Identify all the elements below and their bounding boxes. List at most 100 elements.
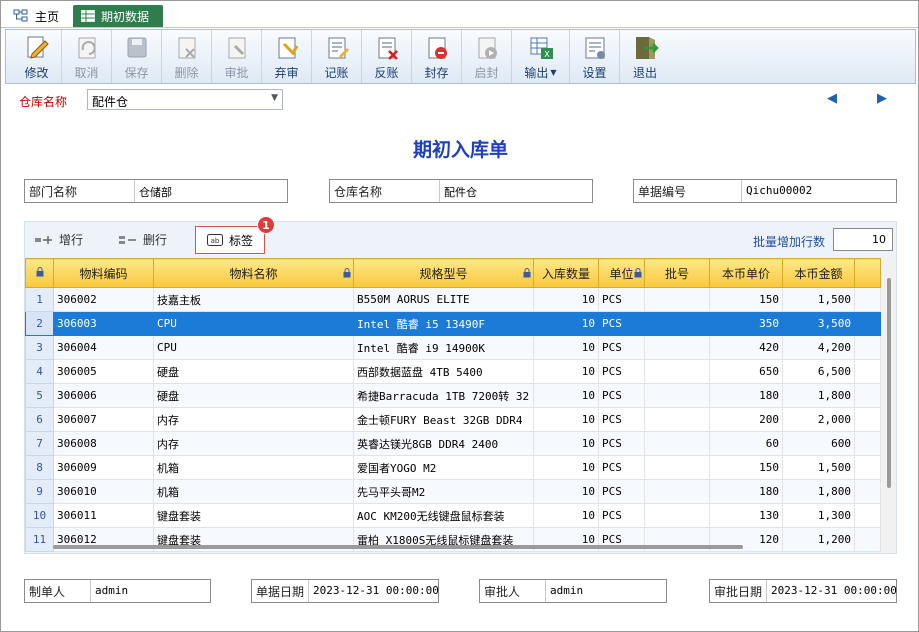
cell-unit[interactable]: PCS [598,311,645,336]
cell-batch[interactable] [644,431,710,456]
toolbar-button-unapprove[interactable]: 弃审 [262,30,312,83]
cell-batch[interactable] [644,311,710,336]
table-row[interactable]: 8 306009 机箱 爱国者YOGO M2 10 PCS 150 1,500 [25,455,881,480]
approve-date-value[interactable]: 2023-12-31 00:00:00 [767,580,901,602]
cell-batch[interactable] [644,503,710,528]
row-number[interactable]: 5 [25,383,54,408]
cell-qty[interactable]: 10 [533,407,599,432]
table-row[interactable]: 9 306010 机箱 先马平头哥M2 10 PCS 180 1,800 [25,479,881,504]
cell-name[interactable]: 硬盘 [153,383,354,408]
cell-code[interactable]: 306006 [53,383,154,408]
cell-price[interactable]: 150 [709,287,783,312]
cell-unit[interactable]: PCS [598,383,645,408]
toolbar-button-post[interactable]: 记账 [312,30,362,83]
cell-spec[interactable]: 西部数据蓝盘 4TB 5400 [353,359,534,384]
cell-batch[interactable] [644,479,710,504]
cell-batch[interactable] [644,335,710,360]
row-number[interactable]: 3 [25,335,54,360]
cell-unit[interactable]: PCS [598,407,645,432]
cell-qty[interactable]: 10 [533,359,599,384]
cell-spec[interactable]: 希捷Barracuda 1TB 7200转 32 [353,383,534,408]
cell-unit[interactable]: PCS [598,455,645,480]
cell-price[interactable]: 60 [709,431,783,456]
cell-qty[interactable]: 10 [533,311,599,336]
approver-value[interactable]: admin [546,580,587,602]
toolbar-button-delete[interactable]: 删除 [162,30,212,83]
cell-batch[interactable] [644,407,710,432]
col-header-name[interactable]: 物料名称 [153,258,354,288]
row-lock-header[interactable] [25,258,54,288]
toolbar-button-edit[interactable]: 修改 [12,30,62,83]
cell-amount[interactable]: 2,000 [782,407,855,432]
col-header-amount[interactable]: 本币金额 [782,258,855,288]
cell-amount[interactable]: 1,800 [782,383,855,408]
row-number[interactable]: 9 [25,479,54,504]
tab-home[interactable]: 主页 [5,5,71,27]
cell-amount[interactable]: 600 [782,431,855,456]
cell-qty[interactable]: 10 [533,455,599,480]
row-number[interactable]: 7 [25,431,54,456]
tab-opening-data[interactable]: 期初数据 [73,5,163,27]
col-header-qty[interactable]: 入库数量 [533,258,599,288]
cell-spec[interactable]: B550M AORUS ELITE [353,287,534,312]
chevron-down-icon[interactable]: ▼ [550,68,556,77]
cell-name[interactable]: 内存 [153,407,354,432]
toolbar-button-approve[interactable]: 审批 [212,30,262,83]
batch-add-input[interactable]: 10 [833,228,893,251]
cell-qty[interactable]: 10 [533,335,599,360]
cell-batch[interactable] [644,359,710,384]
cell-name[interactable]: 技嘉主板 [153,287,354,312]
row-number[interactable]: 10 [25,503,54,528]
cell-code[interactable]: 306002 [53,287,154,312]
cell-unit[interactable]: PCS [598,479,645,504]
cell-qty[interactable]: 10 [533,287,599,312]
col-header-spec[interactable]: 规格型号 [353,258,534,288]
cell-qty[interactable]: 10 [533,479,599,504]
table-row[interactable]: 1 306002 技嘉主板 B550M AORUS ELITE 10 PCS 150 1,50… [25,287,881,312]
cell-code[interactable]: 306005 [53,359,154,384]
table-row[interactable]: 7 306008 内存 英睿达镁光8GB DDR4 2400 10 PCS 60 600 [25,431,881,456]
cell-name[interactable]: CPU [153,335,354,360]
cell-amount[interactable]: 1,500 [782,287,855,312]
warehouse-field-value[interactable]: 配件仓 [440,180,481,202]
toolbar-button-unseal[interactable]: 启封 [462,30,512,83]
cell-price[interactable]: 180 [709,383,783,408]
cell-spec[interactable]: Intel 酷睿 i5 13490F [353,311,534,336]
table-row[interactable]: 10 306011 键盘套装 AOC KM200无线键盘鼠标套装 10 PCS 130 1,3… [25,503,881,528]
cell-batch[interactable] [644,383,710,408]
cell-unit[interactable]: PCS [598,431,645,456]
toolbar-button-unpost[interactable]: 反账 [362,30,412,83]
cell-name[interactable]: CPU [153,311,354,336]
cell-amount[interactable]: 1,300 [782,503,855,528]
cell-amount[interactable]: 6,500 [782,359,855,384]
cell-name[interactable]: 内存 [153,431,354,456]
vertical-scroll-thumb[interactable] [887,278,891,488]
row-number[interactable]: 4 [25,359,54,384]
delete-row-button[interactable]: 删行 [119,231,167,248]
doc-no-value[interactable]: Qichu00002 [742,180,816,202]
cell-batch[interactable] [644,455,710,480]
row-number[interactable]: 2 [25,311,54,336]
cell-unit[interactable]: PCS [598,287,645,312]
cell-price[interactable]: 350 [709,311,783,336]
cell-code[interactable]: 306011 [53,503,154,528]
dept-value[interactable]: 仓储部 [135,180,176,202]
cell-code[interactable]: 306010 [53,479,154,504]
cell-spec[interactable]: 金士顿FURY Beast 32GB DDR4 [353,407,534,432]
cell-name[interactable]: 硬盘 [153,359,354,384]
maker-value[interactable]: admin [91,580,132,602]
table-row[interactable]: 4 306005 硬盘 西部数据蓝盘 4TB 5400 10 PCS 650 6,500 [25,359,881,384]
toolbar-button-seal[interactable]: 封存 [412,30,462,83]
cell-spec[interactable]: AOC KM200无线键盘鼠标套装 [353,503,534,528]
table-row[interactable]: 3 306004 CPU Intel 酷睿 i9 14900K 10 PCS 420 4,20… [25,335,881,360]
prev-record-icon[interactable]: ◀ [827,91,837,106]
cell-qty[interactable]: 10 [533,383,599,408]
add-row-button[interactable]: 增行 [35,231,83,248]
cell-amount[interactable]: 1,200 [782,527,855,552]
row-number[interactable]: 11 [25,527,54,552]
cell-code[interactable]: 306007 [53,407,154,432]
toolbar-button-undo[interactable]: 取消 [62,30,112,83]
warehouse-select[interactable]: 配件仓 ▼ [87,89,283,110]
cell-price[interactable]: 150 [709,455,783,480]
cell-amount[interactable]: 3,500 [782,311,855,336]
